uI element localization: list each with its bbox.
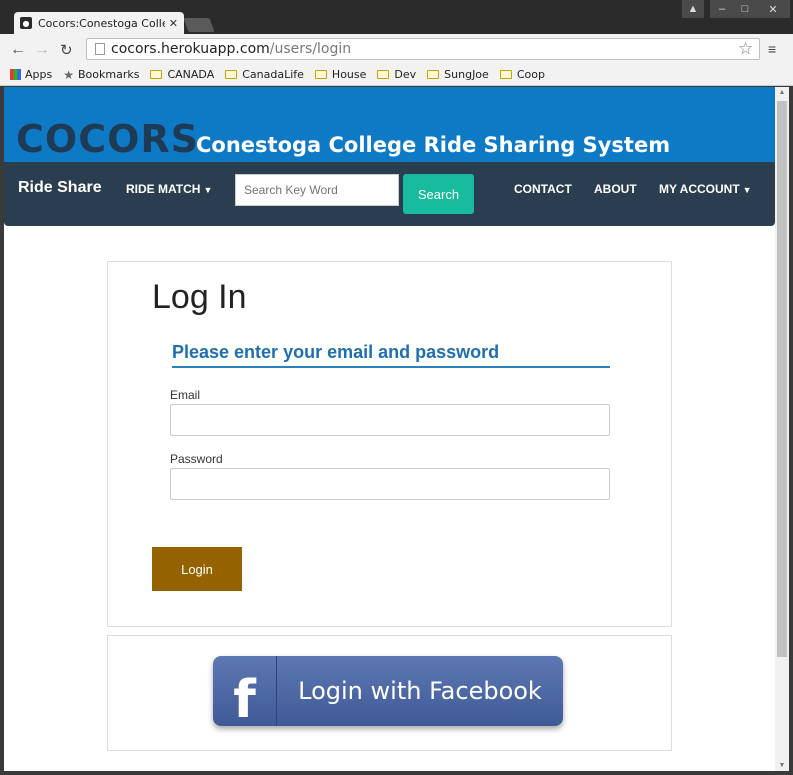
folder-icon [314, 70, 327, 79]
nav-contact[interactable]: CONTACT [514, 182, 572, 196]
bookmark-coop[interactable]: Coop [499, 68, 545, 81]
login-panel: Log In Please enter your email and passw… [107, 261, 672, 627]
search-button[interactable]: Search [403, 174, 474, 214]
password-field[interactable] [170, 468, 610, 500]
caret-down-icon: ▼ [742, 185, 752, 195]
browser-toolbar: ← → ↻ cocors.herokuapp.com/users/login ☆… [0, 34, 793, 64]
nav-my-account-dropdown[interactable]: MY ACCOUNT ▼ [659, 182, 752, 196]
site-banner: COCORS Conestoga College Ride Sharing Sy… [4, 87, 775, 162]
social-login-panel: f Login with Facebook [107, 635, 672, 751]
bookmark-star-icon[interactable]: ☆ [738, 39, 753, 59]
folder-icon [499, 70, 512, 79]
bookmark-apps[interactable]: Apps [10, 68, 52, 81]
scroll-down-arrow-icon[interactable]: ▼ [775, 762, 789, 769]
address-bar[interactable]: cocors.herokuapp.com/users/login [86, 38, 760, 60]
folder-icon [150, 70, 163, 79]
chrome-menu-icon[interactable]: ≡ [768, 41, 776, 57]
folder-icon [427, 70, 440, 79]
login-button[interactable]: Login [152, 547, 242, 591]
bookmarks-bar: Apps ★ Bookmarks CANADA CanadaLife House … [0, 64, 793, 86]
new-tab-button[interactable] [183, 18, 215, 32]
vertical-scrollbar[interactable]: ▲ ▼ [775, 87, 789, 771]
reload-icon[interactable]: ↻ [60, 41, 73, 59]
maximize-button[interactable]: □ [734, 0, 756, 18]
apps-grid-icon [10, 69, 21, 80]
forward-arrow-icon[interactable]: → [34, 41, 50, 59]
nav-about[interactable]: ABOUT [594, 182, 637, 196]
folder-icon [377, 70, 390, 79]
login-subtitle: Please enter your email and password [172, 342, 610, 368]
browser-window: ● Cocors:Conestoga Colleg ✕ ▲ – □ ✕ ← → … [0, 0, 793, 775]
bookmark-canada[interactable]: CANADA [150, 68, 214, 81]
nav-brand[interactable]: Ride Share [18, 179, 102, 197]
folder-icon [225, 70, 238, 79]
site-logo[interactable]: COCORS [16, 117, 199, 161]
back-arrow-icon[interactable]: ← [10, 41, 26, 59]
tab-close-icon[interactable]: ✕ [169, 17, 178, 30]
email-field[interactable] [170, 404, 610, 436]
title-bar: ● Cocors:Conestoga Colleg ✕ ▲ – □ ✕ [0, 0, 793, 34]
bookmark-house[interactable]: House [314, 68, 366, 81]
facebook-login-button[interactable]: f Login with Facebook [213, 656, 563, 726]
scrollbar-thumb[interactable] [777, 101, 787, 657]
caret-down-icon: ▼ [203, 185, 213, 195]
close-window-button[interactable]: ✕ [756, 0, 790, 18]
browser-tab[interactable]: ● Cocors:Conestoga Colleg ✕ [14, 12, 184, 34]
page-icon [95, 43, 105, 55]
email-label: Email [170, 388, 201, 402]
page-title: Log In [152, 278, 247, 316]
user-icon[interactable]: ▲ [682, 0, 704, 18]
site-favicon-icon: ● [20, 17, 32, 29]
url-host: cocors.herokuapp.com [111, 41, 270, 57]
facebook-icon: f [213, 656, 277, 726]
bookmark-dev[interactable]: Dev [377, 68, 416, 81]
minimize-button[interactable]: – [710, 0, 734, 18]
site-tagline: Conestoga College Ride Sharing System [196, 133, 671, 157]
main-navbar: Ride Share RIDE MATCH▼ Search CONTACT AB… [4, 162, 775, 226]
scroll-up-arrow-icon[interactable]: ▲ [775, 89, 789, 96]
password-label: Password [170, 452, 223, 466]
nav-ride-match-dropdown[interactable]: RIDE MATCH ▼ [126, 182, 212, 196]
bookmark-sungjoe[interactable]: SungJoe [427, 68, 489, 81]
bookmark-bookmarks[interactable]: ★ Bookmarks [63, 68, 139, 82]
url-path: /users/login [269, 41, 352, 57]
star-icon: ★ [63, 67, 74, 82]
search-input[interactable] [235, 174, 399, 206]
tab-title: Cocors:Conestoga Colleg [38, 16, 165, 30]
bookmark-canadalife[interactable]: CanadaLife [225, 68, 304, 81]
facebook-login-label: Login with Facebook [298, 677, 542, 705]
page-viewport: COCORS Conestoga College Ride Sharing Sy… [4, 87, 775, 771]
